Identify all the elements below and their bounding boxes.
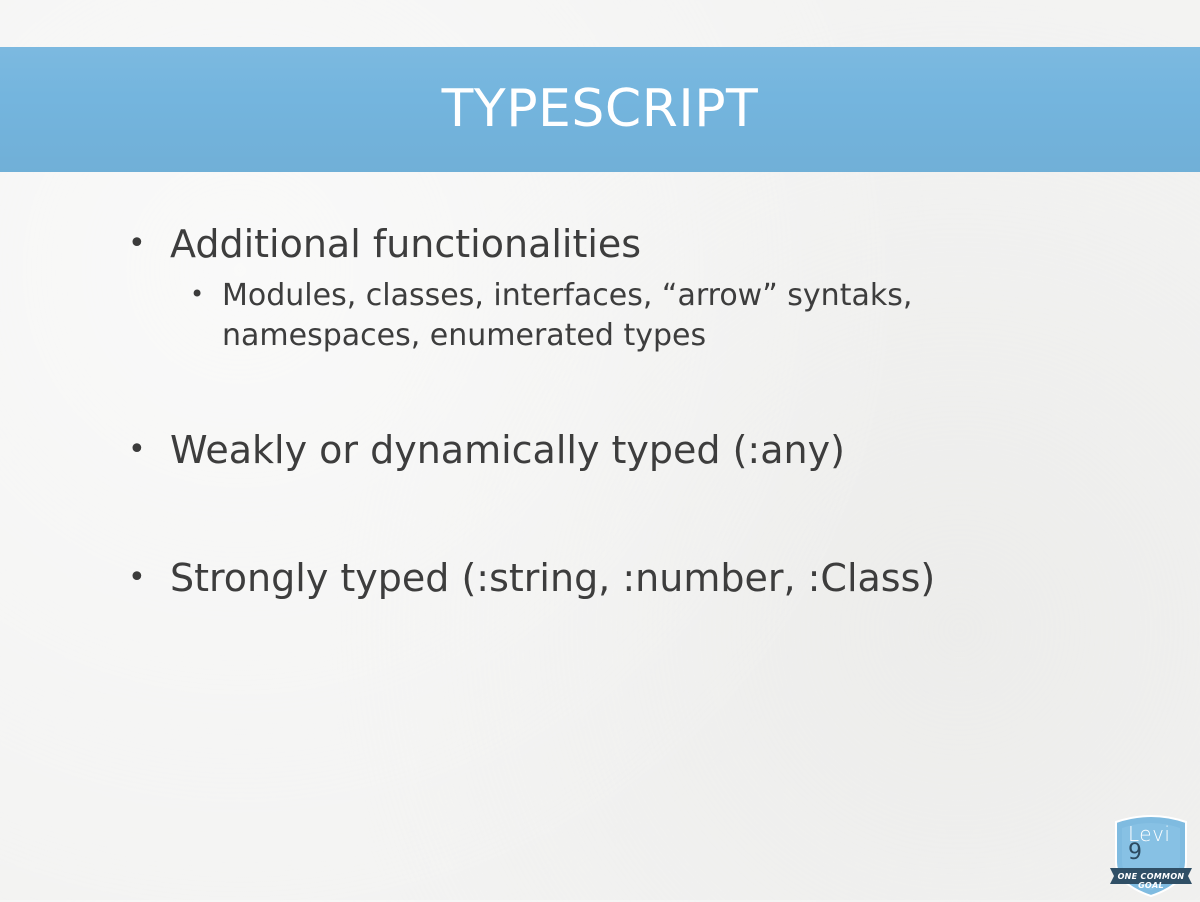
- bullet-symbol: •: [128, 226, 146, 261]
- slide-title: TYPESCRIPT: [441, 79, 759, 139]
- sub-bullet-symbol: •: [190, 280, 205, 308]
- sub-bullet-text: Modules, classes, interfaces, “arrow” sy…: [222, 278, 913, 353]
- bullet-symbol: •: [128, 560, 146, 595]
- slide: TYPESCRIPT • Additional functionalities …: [0, 0, 1200, 900]
- bullet-text: Weakly or dynamically typed (:any): [170, 428, 845, 472]
- bullet-symbol: •: [128, 432, 146, 467]
- bullet-text: Additional functionalities: [170, 222, 642, 266]
- title-band: TYPESCRIPT: [0, 47, 1200, 172]
- company-logo: Levi 9 ONE COMMON GOAL: [1108, 812, 1194, 898]
- bullet-text: Strongly typed (:string, :number, :Class…: [170, 556, 936, 600]
- logo-tagline: ONE COMMON GOAL: [1117, 872, 1185, 890]
- logo-brand-number: 9: [1128, 840, 1142, 865]
